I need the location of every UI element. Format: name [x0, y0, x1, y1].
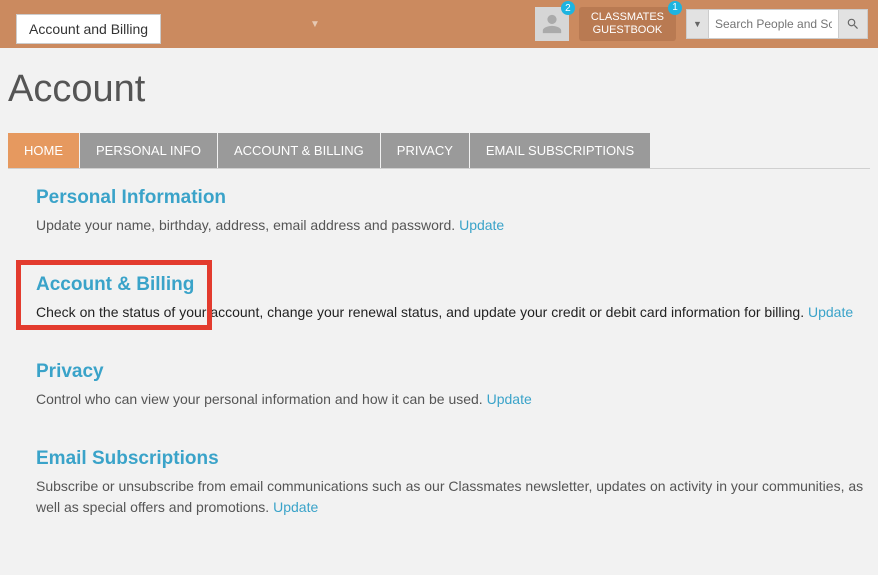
tabs: HOME PERSONAL INFO ACCOUNT & BILLING PRI… [8, 133, 870, 169]
tab-account-billing[interactable]: ACCOUNT & BILLING [218, 133, 380, 168]
guestbook-badge: 1 [668, 1, 682, 15]
nav-caret-icon[interactable]: ▼ [310, 19, 320, 30]
section-title-personal[interactable]: Personal Information [36, 187, 870, 209]
section-desc-email: Subscribe or unsubscribe from email comm… [36, 476, 870, 518]
tab-home[interactable]: HOME [8, 133, 79, 168]
update-link-email[interactable]: Update [273, 499, 318, 515]
search-icon [846, 17, 860, 31]
section-desc-privacy: Control who can view your personal infor… [36, 389, 870, 410]
search-input[interactable] [708, 9, 838, 39]
guestbook-line1: CLASSMATES [591, 11, 664, 24]
tab-personal-info[interactable]: PERSONAL INFO [80, 133, 217, 168]
tab-privacy[interactable]: PRIVACY [381, 133, 469, 168]
section-title-email[interactable]: Email Subscriptions [36, 448, 870, 470]
search-group: ▼ [686, 9, 868, 39]
page-body: Account HOME PERSONAL INFO ACCOUNT & BIL… [0, 48, 878, 518]
section-desc-text: Control who can view your personal infor… [36, 391, 483, 407]
section-desc-billing: Check on the status of your account, cha… [36, 302, 870, 323]
section-email-subscriptions: Email Subscriptions Subscribe or unsubsc… [36, 448, 870, 518]
section-title-privacy[interactable]: Privacy [36, 361, 870, 383]
section-desc-personal: Update your name, birthday, address, ema… [36, 215, 870, 236]
section-personal-info: Personal Information Update your name, b… [36, 187, 870, 236]
search-filter-caret[interactable]: ▼ [686, 9, 708, 39]
section-desc-text: Check on the status of your account, cha… [36, 304, 804, 320]
topbar: Account and Billing ▼ 2 CLASSMATES GUEST… [0, 0, 878, 48]
guestbook-button[interactable]: CLASSMATES GUESTBOOK 1 [579, 7, 676, 41]
section-account-billing: Account & Billing Check on the status of… [36, 274, 870, 323]
update-link-personal[interactable]: Update [459, 217, 504, 233]
section-title-billing[interactable]: Account & Billing [36, 274, 870, 296]
sections: Personal Information Update your name, b… [8, 169, 870, 518]
profile-avatar[interactable]: 2 [535, 7, 569, 41]
section-desc-text: Update your name, birthday, address, ema… [36, 217, 455, 233]
update-link-privacy[interactable]: Update [487, 391, 532, 407]
guestbook-line2: GUESTBOOK [591, 24, 664, 37]
person-icon [541, 13, 563, 35]
tooltip-label: Account and Billing [16, 14, 161, 44]
update-link-billing[interactable]: Update [808, 304, 853, 320]
section-desc-text: Subscribe or unsubscribe from email comm… [36, 478, 863, 515]
avatar-badge: 2 [561, 1, 575, 15]
search-button[interactable] [838, 9, 868, 39]
tab-email-subscriptions[interactable]: EMAIL SUBSCRIPTIONS [470, 133, 650, 168]
section-privacy: Privacy Control who can view your person… [36, 361, 870, 410]
page-title: Account [8, 68, 870, 111]
